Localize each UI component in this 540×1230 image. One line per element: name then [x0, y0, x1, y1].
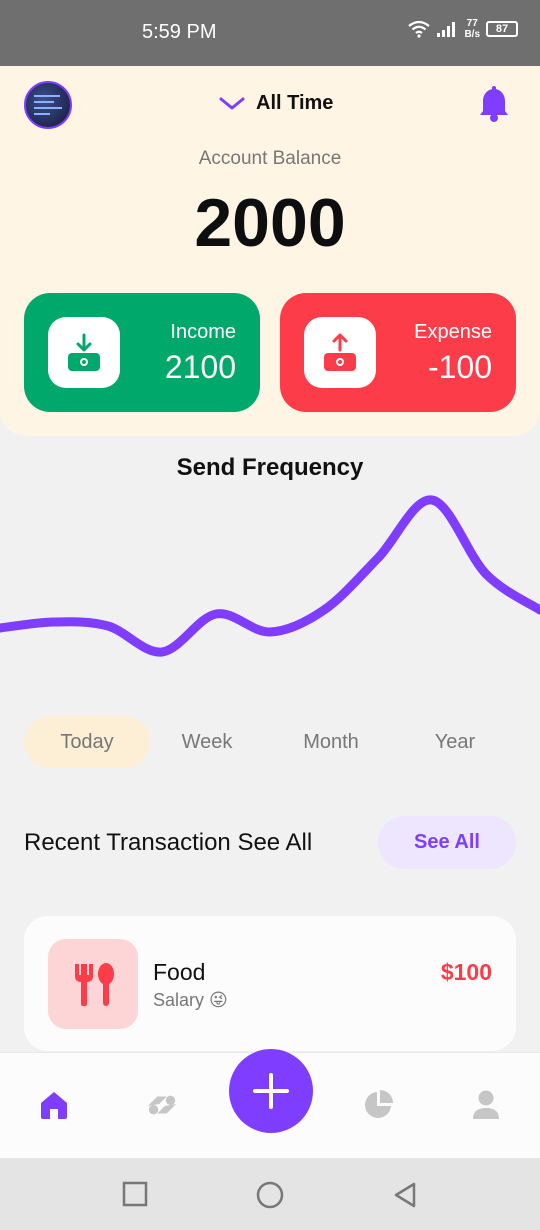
- balance-header: All Time Account Balance 2000 Income 210…: [0, 66, 540, 436]
- income-card[interactable]: Income 2100: [24, 293, 260, 412]
- status-bar: 5:59 PM 77 B/s 87: [0, 0, 540, 66]
- transaction-subtitle: Salary 😜: [153, 990, 228, 1010]
- transaction-icon[interactable]: [146, 1089, 178, 1121]
- recent-apps-icon[interactable]: [122, 1181, 148, 1207]
- bottom-navigation: [0, 1049, 540, 1158]
- network-speed: 77 B/s: [464, 18, 480, 40]
- transaction-amount: $100: [440, 959, 492, 985]
- expense-label: Expense: [414, 321, 492, 343]
- home-circle-icon[interactable]: [256, 1181, 284, 1209]
- system-navigation-bar: [0, 1158, 540, 1230]
- period-dropdown[interactable]: All Time: [218, 92, 333, 115]
- expense-card[interactable]: Expense -100: [280, 293, 516, 412]
- income-value: 2100: [164, 349, 236, 385]
- balance-value: 2000: [194, 185, 346, 261]
- notification-bell-icon[interactable]: [478, 86, 510, 124]
- back-icon[interactable]: [392, 1181, 418, 1209]
- income-label: Income: [170, 321, 236, 343]
- see-all-button[interactable]: See All: [378, 816, 516, 869]
- transaction-item[interactable]: Food Salary 😜 $100: [24, 916, 516, 1051]
- balance-label: Account Balance: [198, 148, 342, 169]
- chart-series-line: [0, 495, 540, 657]
- home-icon[interactable]: [38, 1089, 70, 1121]
- status-time: 5:59 PM: [142, 21, 217, 43]
- period-tabs: Today Week Month Year: [24, 716, 516, 768]
- signal-icon: [437, 22, 456, 37]
- send-frequency-chart: [0, 495, 540, 657]
- recent-transaction-title: Recent Transaction See All: [24, 829, 313, 856]
- add-icon: [253, 1073, 289, 1109]
- transaction-name: Food: [153, 959, 206, 985]
- status-icons: 77 B/s 87: [408, 18, 518, 40]
- wifi-icon: [408, 20, 431, 38]
- period-label: All Time: [256, 92, 334, 114]
- income-icon: [48, 317, 120, 388]
- expense-icon: [304, 317, 376, 388]
- avatar[interactable]: [24, 81, 72, 129]
- chevron-down-icon: [219, 97, 245, 109]
- fork-spoon-icon: [48, 939, 138, 1029]
- tab-month[interactable]: Month: [268, 716, 394, 768]
- profile-icon[interactable]: [470, 1089, 502, 1121]
- add-button[interactable]: [229, 1049, 313, 1133]
- expense-value: -100: [427, 349, 492, 385]
- budget-pie-icon[interactable]: [362, 1089, 394, 1121]
- tab-today[interactable]: Today: [24, 716, 150, 768]
- battery-icon: 87: [486, 21, 518, 37]
- tab-week[interactable]: Week: [144, 716, 270, 768]
- tab-year[interactable]: Year: [392, 716, 518, 768]
